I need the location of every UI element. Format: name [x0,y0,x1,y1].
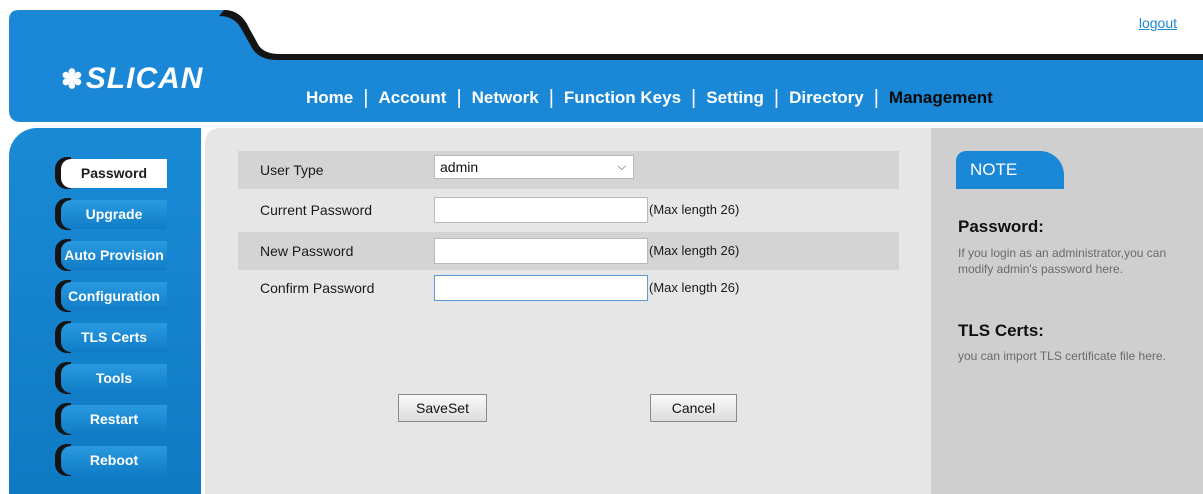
new-password-label: New Password [260,243,354,259]
sidebar-item-configuration[interactable]: Configuration [55,280,167,312]
sidebar-item-label: Restart [61,405,167,434]
confirm-password-input[interactable] [434,275,648,301]
sidebar-item-label: Upgrade [61,200,167,229]
header-banner: ✽SLICAN Home | Account | Network | Funct… [9,10,1203,122]
sidebar-item-tools[interactable]: Tools [55,362,167,394]
confirm-password-hint: (Max length 26) [649,280,740,295]
note-text-tls-certs: you can import TLS certificate file here… [958,349,1166,363]
user-type-row: User Type admin ⌵ [238,151,899,189]
note-title-tls-certs: TLS Certs: [958,321,1044,340]
password-form-panel: User Type admin ⌵ Current Password (Max … [205,128,931,494]
nav-directory[interactable]: Directory [779,88,874,108]
note-panel: NOTE Password: If you login as an admini… [931,128,1203,494]
current-password-row: Current Password (Max length 26) [238,191,899,229]
sidebar-item-label: Configuration [61,282,167,311]
sidebar-item-upgrade[interactable]: Upgrade [55,198,167,230]
current-password-input[interactable] [434,197,648,223]
nav-function-keys[interactable]: Function Keys [554,88,691,108]
logo-mark-icon: ✽ [61,64,84,94]
main-nav: Home | Account | Network | Function Keys… [296,85,1003,111]
sidebar-item-tls-certs[interactable]: TLS Certs [55,321,167,353]
new-password-input[interactable] [434,238,648,264]
nav-network[interactable]: Network [462,88,549,108]
cancel-button[interactable]: Cancel [650,394,737,422]
nav-management[interactable]: Management [879,88,1003,108]
user-type-select[interactable]: admin ⌵ [434,155,634,179]
sidebar: Password Upgrade Auto Provision Configur… [9,128,201,494]
logo-text: SLICAN [85,62,204,95]
nav-setting[interactable]: Setting [696,88,774,108]
sidebar-item-label: Password [61,159,167,188]
sidebar-item-label: Auto Provision [61,241,167,270]
confirm-password-label: Confirm Password [260,280,375,296]
user-type-label: User Type [260,162,324,178]
note-tab: NOTE [956,151,1064,189]
user-type-value: admin [440,159,479,175]
saveset-button[interactable]: SaveSet [398,394,487,422]
nav-account[interactable]: Account [368,88,456,108]
chevron-down-icon: ⌵ [617,161,626,173]
confirm-password-row: Confirm Password (Max length 26) [238,269,899,307]
nav-home[interactable]: Home [296,88,363,108]
sidebar-item-label: TLS Certs [61,323,167,352]
sidebar-item-label: Reboot [61,446,167,475]
current-password-hint: (Max length 26) [649,202,740,217]
sidebar-item-password[interactable]: Password [55,157,167,189]
sidebar-item-auto-provision[interactable]: Auto Provision [55,239,167,271]
note-title-password: Password: [958,217,1044,236]
sidebar-item-label: Tools [61,364,167,393]
slican-logo: ✽SLICAN [61,62,203,96]
current-password-label: Current Password [260,202,373,218]
note-text-password: If you login as an administrator,you can… [958,246,1167,276]
new-password-hint: (Max length 26) [649,243,740,258]
new-password-row: New Password (Max length 26) [238,232,899,270]
sidebar-item-restart[interactable]: Restart [55,403,167,435]
sidebar-item-reboot[interactable]: Reboot [55,444,167,476]
